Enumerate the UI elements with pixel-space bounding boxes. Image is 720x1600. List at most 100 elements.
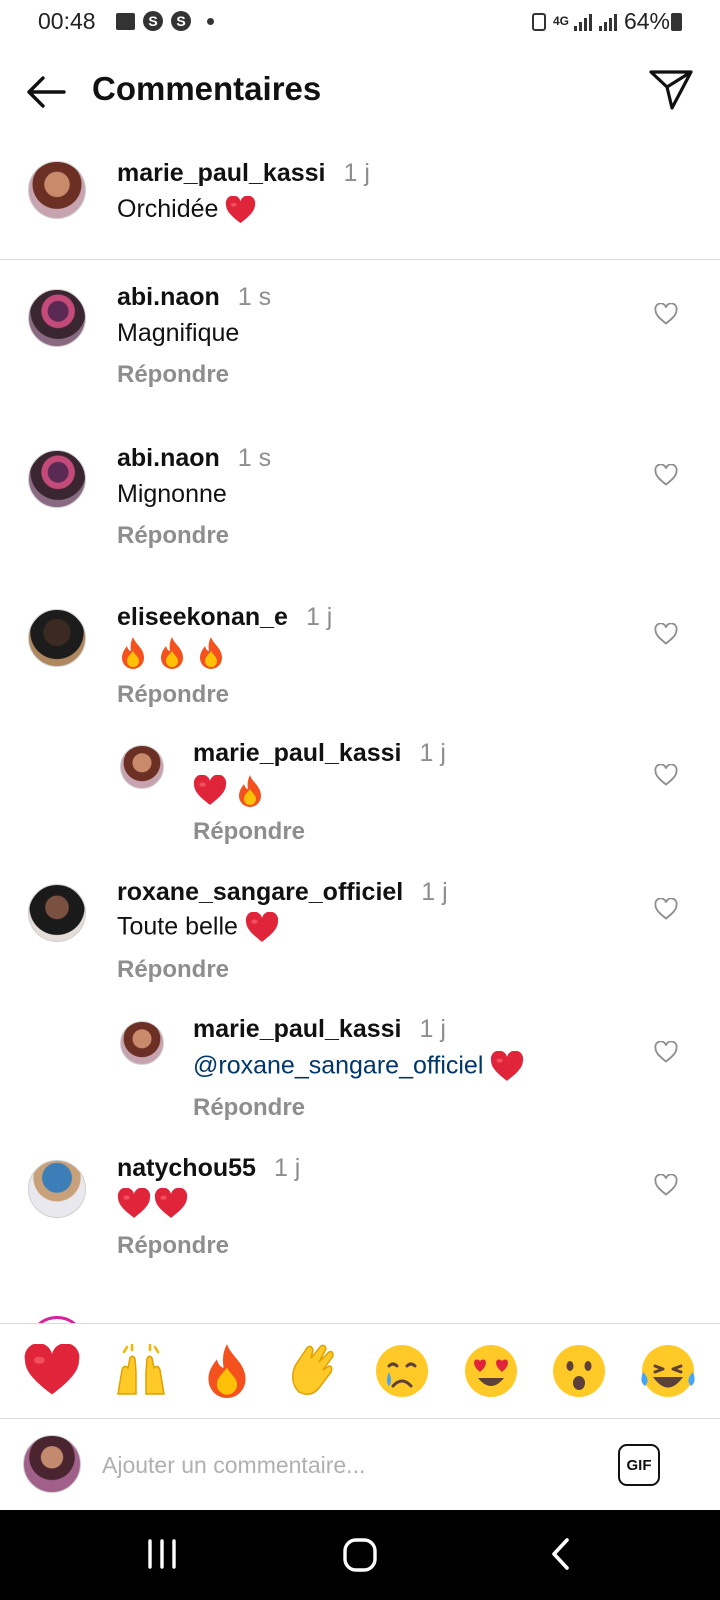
share-send-icon[interactable] xyxy=(648,68,694,112)
battery-percent: 64% xyxy=(623,8,670,34)
signal-icon xyxy=(573,13,592,31)
red-heart-icon xyxy=(117,1188,151,1220)
comment-text: Mignonne xyxy=(117,480,227,508)
timestamp: 1 s xyxy=(237,283,272,311)
username[interactable]: abi.naon xyxy=(117,444,220,472)
like-heart-icon[interactable] xyxy=(654,1174,678,1196)
avatar[interactable] xyxy=(28,289,86,347)
system-icons: 4G 64% xyxy=(531,8,670,35)
reply-button[interactable]: Répondre xyxy=(117,522,229,550)
red-heart-icon xyxy=(490,1051,524,1083)
username[interactable]: marie_paul_kassi xyxy=(193,1015,401,1043)
gallery-icon xyxy=(116,12,135,30)
like-heart-icon[interactable] xyxy=(654,623,678,645)
crying-face-emoji-button[interactable] xyxy=(373,1342,431,1400)
back-arrow-icon[interactable] xyxy=(24,72,68,112)
comment-composer: GIF xyxy=(0,1418,720,1510)
notification-app-icon: S xyxy=(143,11,163,31)
notification-icons: S S xyxy=(116,11,214,31)
username[interactable]: roxane_sangare_officiel xyxy=(117,878,403,906)
notification-app-icon: S xyxy=(171,11,191,31)
timestamp: 1 j xyxy=(343,159,370,187)
timestamp: 1 s xyxy=(237,444,272,472)
avatar[interactable] xyxy=(28,884,86,942)
avatar[interactable] xyxy=(28,450,86,508)
comment-text: Toute belle xyxy=(117,912,238,941)
status-bar: 00:48 S S 4G 64% xyxy=(0,0,720,46)
network-4g-icon: 4G xyxy=(552,14,569,28)
timestamp: 1 j xyxy=(273,1154,301,1182)
comment-item: eliseekonan_e 1 j Répondre xyxy=(0,592,720,732)
avatar[interactable] xyxy=(120,1021,164,1065)
recent-apps-icon[interactable] xyxy=(145,1539,179,1569)
gif-button[interactable]: GIF xyxy=(618,1444,660,1486)
reply-button[interactable]: Répondre xyxy=(117,956,229,984)
like-heart-icon[interactable] xyxy=(654,764,678,786)
timestamp: 1 j xyxy=(419,739,446,767)
more-notifications-icon xyxy=(207,17,214,25)
reply-button[interactable]: Répondre xyxy=(193,1094,305,1122)
username[interactable]: marie_paul_kassi xyxy=(117,159,325,187)
divider xyxy=(0,259,720,260)
data-saver-icon xyxy=(531,12,546,31)
system-back-icon[interactable] xyxy=(548,1536,572,1572)
raising-hands-emoji-button[interactable] xyxy=(112,1344,170,1398)
fire-icon xyxy=(234,774,266,808)
avatar[interactable] xyxy=(28,161,86,219)
page-title: Commentaires xyxy=(92,70,322,107)
quick-emoji-bar xyxy=(0,1324,720,1418)
avatar[interactable] xyxy=(120,745,164,789)
timestamp: 1 j xyxy=(419,1015,446,1043)
red-heart-icon xyxy=(225,196,256,225)
signal-icon xyxy=(598,13,617,31)
red-heart-icon xyxy=(245,912,279,944)
comment-text: Magnifique xyxy=(117,319,240,347)
like-heart-icon[interactable] xyxy=(654,898,678,920)
username[interactable]: marie_paul_kassi xyxy=(193,739,401,767)
username[interactable]: natychou55 xyxy=(117,1154,256,1182)
surprised-face-emoji-button[interactable] xyxy=(550,1342,608,1400)
username[interactable]: abi.naon xyxy=(117,283,220,311)
timestamp: 1 j xyxy=(305,603,333,631)
mention-link[interactable]: @roxane_sangare_officiel xyxy=(193,1052,483,1080)
reply-item: marie_paul_kassi 1 j @roxane_sangare_offi… xyxy=(0,1006,720,1136)
like-heart-icon[interactable] xyxy=(654,1041,678,1063)
reply-button[interactable]: Répondre xyxy=(117,681,229,709)
comment-text xyxy=(117,636,227,670)
like-heart-icon[interactable] xyxy=(654,464,678,486)
avatar[interactable] xyxy=(28,1160,86,1218)
red-heart-icon xyxy=(154,1188,188,1220)
comment-text xyxy=(193,774,266,808)
avatar xyxy=(23,1435,81,1493)
status-time: 00:48 xyxy=(38,8,96,34)
reply-button[interactable]: Répondre xyxy=(117,1232,229,1260)
avatar[interactable] xyxy=(28,609,86,667)
caption: marie_paul_kassi 1 j Orchidée xyxy=(0,152,720,252)
timestamp: 1 j xyxy=(421,878,448,906)
comment-item: abi.naon 1 s Magnifique Répondre xyxy=(0,272,720,412)
heart-eyes-emoji-button[interactable] xyxy=(462,1342,520,1400)
reply-button[interactable]: Répondre xyxy=(117,361,229,389)
clapping-hands-emoji-button[interactable] xyxy=(285,1342,343,1400)
comment-text xyxy=(117,1188,188,1220)
caption-text: Orchidée xyxy=(117,195,219,223)
like-heart-icon[interactable] xyxy=(654,303,678,325)
battery-icon xyxy=(671,13,682,31)
reply-item: marie_paul_kassi 1 j Répondre xyxy=(0,730,720,860)
red-heart-icon xyxy=(193,775,227,807)
fire-icon xyxy=(117,636,149,670)
comment-item: roxane_sangare_officiel 1 j Toute belle R… xyxy=(0,867,720,1007)
heart-emoji-button[interactable] xyxy=(23,1344,81,1398)
fire-icon xyxy=(156,636,188,670)
fire-emoji-button[interactable] xyxy=(200,1342,254,1400)
comment-item: abi.naon 1 s Mignonne Répondre xyxy=(0,433,720,573)
android-nav-bar xyxy=(0,1510,720,1600)
username[interactable]: eliseekonan_e xyxy=(117,603,288,631)
comment-item: natychou55 1 j Répondre xyxy=(0,1143,720,1283)
reply-button[interactable]: Répondre xyxy=(193,818,305,846)
header: Commentaires xyxy=(0,46,720,132)
fire-icon xyxy=(195,636,227,670)
home-icon[interactable] xyxy=(342,1537,378,1573)
laughing-tears-emoji-button[interactable] xyxy=(639,1342,697,1400)
comment-input[interactable] xyxy=(100,1444,584,1486)
